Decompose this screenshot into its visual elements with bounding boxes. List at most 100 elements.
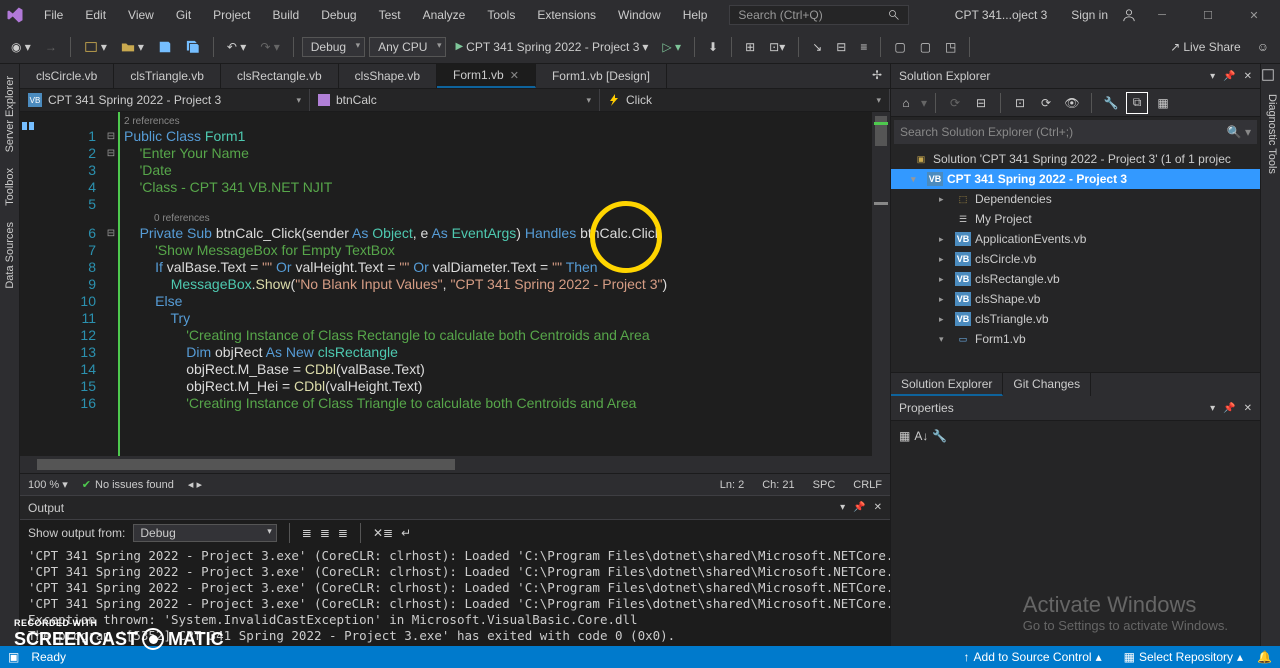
tb-icon-3[interactable]: ↘ xyxy=(807,37,827,57)
panel-menu-icon[interactable]: ▾ xyxy=(1210,403,1215,414)
tb-icon-2[interactable]: ⊡▾ xyxy=(764,37,790,57)
output-source-combo[interactable]: Debug xyxy=(133,524,276,542)
panel-close-icon[interactable]: ✕ xyxy=(1244,71,1252,82)
config-combo[interactable]: Debug xyxy=(302,37,365,57)
menu-view[interactable]: View xyxy=(118,4,164,26)
save-button[interactable] xyxy=(153,37,177,57)
tab-clsrectangle[interactable]: clsRectangle.vb xyxy=(221,64,339,88)
props-events-icon[interactable]: 🔧 xyxy=(932,429,947,443)
tab-diagnostic-tools[interactable]: Diagnostic Tools xyxy=(1261,86,1280,182)
output-pin-icon[interactable]: 📌 xyxy=(853,502,865,513)
indent-mode[interactable]: SPC xyxy=(813,479,836,491)
output-clear-icon[interactable]: ✕≣ xyxy=(373,526,393,540)
issues-nav[interactable]: ◂ ▸ xyxy=(188,478,202,491)
tree-item[interactable]: ▸VBclsTriangle.vb xyxy=(891,309,1260,329)
eol-mode[interactable]: CRLF xyxy=(853,479,882,491)
select-repo-button[interactable]: ▦ Select Repository ▴ xyxy=(1116,650,1251,664)
feedback-icon[interactable]: ☺ xyxy=(1252,37,1274,57)
platform-combo[interactable]: Any CPU xyxy=(369,37,446,57)
code-editor[interactable]: 12345678910111213141516 ⊟⊟⊟ 2 references… xyxy=(20,112,890,456)
menu-debug[interactable]: Debug xyxy=(311,4,366,26)
maximize-button[interactable]: ☐ xyxy=(1188,9,1228,22)
diag-icon[interactable] xyxy=(1261,68,1275,82)
collapse-icon[interactable]: ⊟ xyxy=(970,92,992,114)
panel-close-icon[interactable]: ✕ xyxy=(1244,403,1252,414)
tab-form1-design[interactable]: Form1.vb [Design] xyxy=(536,64,667,88)
tab-data-sources[interactable]: Data Sources xyxy=(2,214,18,297)
menu-extensions[interactable]: Extensions xyxy=(527,4,606,26)
view-designer-icon[interactable]: ▦ xyxy=(1152,92,1174,114)
new-project-button[interactable]: ▾ xyxy=(79,37,112,57)
menu-window[interactable]: Window xyxy=(608,4,671,26)
panel-pin-icon[interactable]: 📌 xyxy=(1223,71,1235,82)
nav-event-combo[interactable]: Click▾ xyxy=(600,89,890,111)
start-debug-button[interactable]: ▶ CPT 341 Spring 2022 - Project 3 ▾ xyxy=(450,37,653,57)
menu-test[interactable]: Test xyxy=(369,4,411,26)
menu-build[interactable]: Build xyxy=(263,4,310,26)
preview-icon[interactable]: 👁 xyxy=(1061,92,1083,114)
output-dropdown-icon[interactable]: ▾ xyxy=(840,502,845,513)
menu-edit[interactable]: Edit xyxy=(75,4,116,26)
sync-icon[interactable]: ⟳ xyxy=(944,92,966,114)
tree-item[interactable]: ▾VBCPT 341 Spring 2022 - Project 3 xyxy=(891,169,1260,189)
nav-fwd-button[interactable]: → xyxy=(40,37,62,57)
quick-search[interactable]: Search (Ctrl+Q) xyxy=(729,5,909,25)
output-tool-icon[interactable]: ≣ xyxy=(302,526,312,540)
tree-item[interactable]: ▣Solution 'CPT 341 Spring 2022 - Project… xyxy=(891,149,1260,169)
tb-icon-4[interactable]: ⊟ xyxy=(831,37,851,57)
home-icon[interactable]: ⌂ xyxy=(895,92,917,114)
tab-git-changes[interactable]: Git Changes xyxy=(1003,373,1091,396)
editor-vscrollbar[interactable] xyxy=(872,112,890,456)
tree-item[interactable]: ▸VBApplicationEvents.vb xyxy=(891,229,1260,249)
view-code-icon[interactable]: ⧉ xyxy=(1126,92,1148,114)
panel-menu-icon[interactable]: ▾ xyxy=(1210,71,1215,82)
tb-icon-7[interactable]: ▢ xyxy=(915,37,936,57)
undo-button[interactable]: ↶ ▾ xyxy=(222,37,251,57)
menu-analyze[interactable]: Analyze xyxy=(413,4,476,26)
output-tool-icon[interactable]: ≣ xyxy=(320,526,330,540)
issues-indicator[interactable]: ✔No issues found xyxy=(82,478,174,491)
menu-help[interactable]: Help xyxy=(673,4,718,26)
notifications-icon[interactable]: 🔔 xyxy=(1257,650,1272,664)
tree-item[interactable]: ☰My Project xyxy=(891,209,1260,229)
props-categorized-icon[interactable]: ▦ xyxy=(899,429,910,443)
menu-tools[interactable]: Tools xyxy=(477,4,525,26)
tb-icon-1[interactable]: ⊞ xyxy=(740,37,760,57)
sign-in-link[interactable]: Sign in xyxy=(1063,8,1116,22)
zoom-combo[interactable]: 100 % ▾ xyxy=(28,478,68,491)
tab-clsshape[interactable]: clsShape.vb xyxy=(339,64,437,88)
tab-clstriangle[interactable]: clsTriangle.vb xyxy=(114,64,221,88)
show-all-icon[interactable]: ⊡ xyxy=(1009,92,1031,114)
tree-item[interactable]: ▾▭Form1.vb xyxy=(891,329,1260,349)
nav-back-button[interactable]: ◉ ▾ xyxy=(6,37,36,57)
tree-item[interactable]: ▸VBclsRectangle.vb xyxy=(891,269,1260,289)
props-alpha-icon[interactable]: A↓ xyxy=(914,429,928,443)
close-button[interactable]: ✕ xyxy=(1234,9,1274,22)
save-all-button[interactable] xyxy=(181,37,205,57)
output-wrap-icon[interactable]: ↵ xyxy=(401,526,411,540)
live-share-button[interactable]: ↗ Live Share xyxy=(1165,37,1245,57)
tab-toolbox[interactable]: Toolbox xyxy=(2,160,18,214)
open-button[interactable]: ▾ xyxy=(116,37,149,57)
tab-server-explorer[interactable]: Server Explorer xyxy=(2,68,18,160)
tree-item[interactable]: ▸⬚Dependencies xyxy=(891,189,1260,209)
tab-options-icon[interactable]: ✢ xyxy=(864,64,890,88)
tree-item[interactable]: ▸VBclsShape.vb xyxy=(891,289,1260,309)
refresh-icon[interactable]: ⟳ xyxy=(1035,92,1057,114)
close-icon[interactable]: ✕ xyxy=(510,69,519,82)
properties-icon[interactable]: 🔧 xyxy=(1100,92,1122,114)
solution-search[interactable]: Search Solution Explorer (Ctrl+;) 🔍 ▾ xyxy=(894,120,1257,144)
indicator-icon[interactable] xyxy=(20,118,36,134)
tb-icon-6[interactable]: ▢ xyxy=(889,37,910,57)
nav-object-combo[interactable]: btnCalc▾ xyxy=(310,89,600,111)
output-tool-icon[interactable]: ≣ xyxy=(338,526,348,540)
add-source-control-button[interactable]: ↑ Add to Source Control ▴ xyxy=(956,650,1110,664)
tree-item[interactable]: ▸VBclsCircle.vb xyxy=(891,249,1260,269)
output-text[interactable]: 'CPT 341 Spring 2022 - Project 3.exe' (C… xyxy=(20,546,890,646)
tab-form1-code[interactable]: Form1.vb✕ xyxy=(437,64,536,88)
account-icon[interactable] xyxy=(1122,8,1136,22)
tb-icon-5[interactable]: ≡ xyxy=(855,37,872,57)
menu-git[interactable]: Git xyxy=(166,4,201,26)
solution-tree[interactable]: ▣Solution 'CPT 341 Spring 2022 - Project… xyxy=(891,147,1260,372)
menu-file[interactable]: File xyxy=(34,4,73,26)
